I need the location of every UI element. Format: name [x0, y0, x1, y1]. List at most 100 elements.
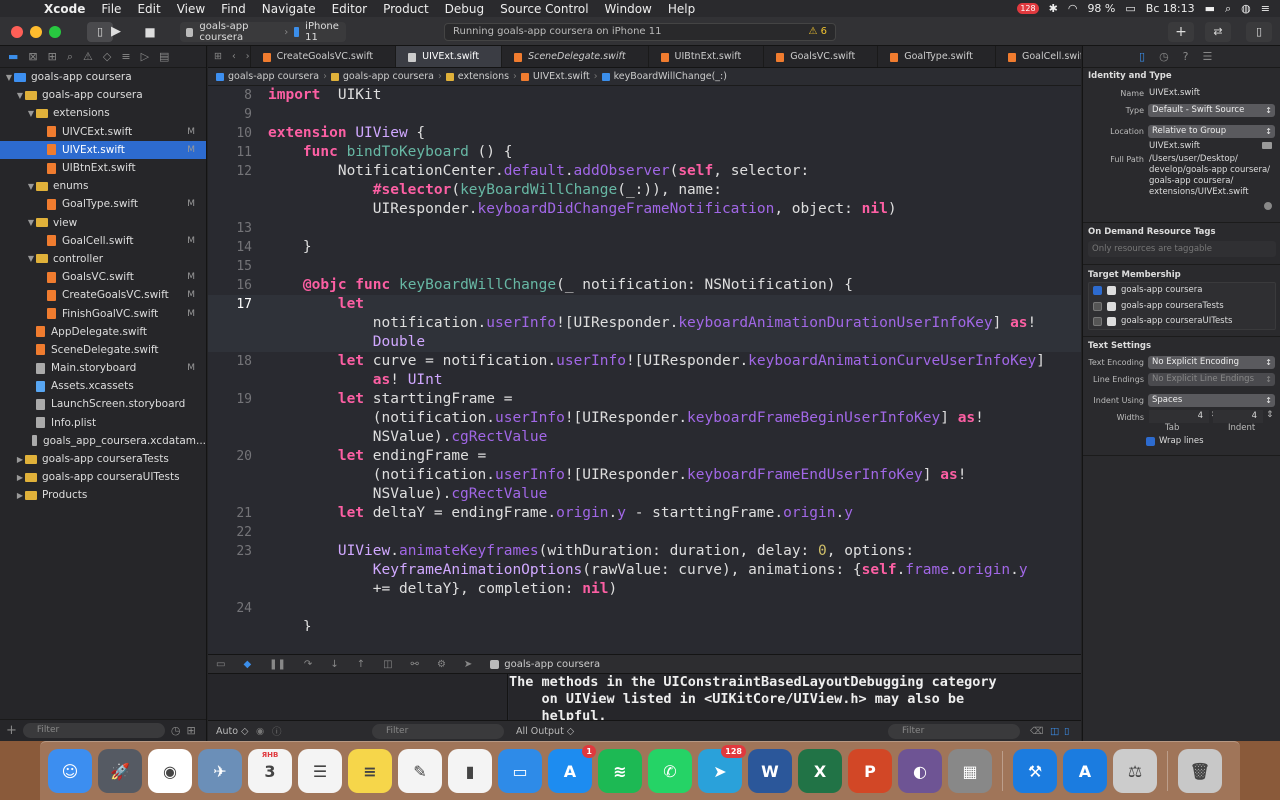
disclosure-triangle-icon[interactable]: ▼	[26, 182, 36, 191]
editor-tab[interactable]: CreateGoalsVC.swift	[249, 46, 396, 67]
tree-item[interactable]: Main.storyboard M	[0, 359, 206, 377]
instruments-icon[interactable]: ⚖	[1113, 749, 1157, 793]
help-icon[interactable]: ?	[1183, 50, 1189, 63]
menu-source-control[interactable]: Source Control	[492, 2, 596, 16]
github-icon[interactable]: ◐	[898, 749, 942, 793]
code-line[interactable]: 20 let endingFrame =	[208, 447, 1081, 466]
debug-process[interactable]: goals-app coursera	[490, 659, 600, 670]
tree-item[interactable]: UIVExt.swift M	[0, 140, 206, 159]
console-view-icon[interactable]: ▯	[1064, 726, 1069, 737]
source-control-icon[interactable]: ⊠	[28, 50, 37, 63]
pause-icon[interactable]: ❚❚	[269, 659, 286, 670]
code-line[interactable]: (notification.userInfo![UIResponder.keyb…	[208, 409, 1081, 428]
code-line[interactable]: (notification.userInfo![UIResponder.keyb…	[208, 466, 1081, 485]
jump-bar-item[interactable]: goals-app coursera	[228, 71, 319, 82]
code-line[interactable]: }	[208, 618, 1081, 631]
add-library-button[interactable]: +	[1168, 22, 1194, 42]
xcode-2-icon[interactable]: A	[1063, 749, 1107, 793]
tree-item[interactable]: ▶ goals-app courseraUITests	[0, 468, 206, 486]
jump-bar-item[interactable]: keyBoardWillChange(_:)	[614, 71, 727, 82]
line-number[interactable]: 16	[208, 276, 252, 295]
line-number[interactable]: 9	[208, 105, 252, 124]
menu-view[interactable]: View	[169, 2, 213, 16]
location-icon[interactable]: ➤	[464, 659, 472, 670]
code-line[interactable]: 17 let	[208, 295, 1081, 314]
powerpoint-icon[interactable]: P	[848, 749, 892, 793]
step-in-icon[interactable]: ↓	[330, 659, 338, 670]
test-icon[interactable]: ◇	[103, 50, 111, 63]
disclosure-triangle-icon[interactable]: ▼	[26, 254, 36, 263]
tree-item[interactable]: CreateGoalsVC.swift M	[0, 286, 206, 304]
editor-tab[interactable]: SceneDelegate.swift	[501, 46, 647, 67]
find-icon[interactable]: ⌕	[67, 50, 73, 64]
telegram-icon[interactable]: ➤ 128	[698, 745, 746, 793]
line-number[interactable]: 21	[208, 504, 252, 523]
tree-item[interactable]: ▼ view	[0, 214, 206, 232]
preview-icon[interactable]: ✈	[198, 749, 242, 793]
code-line[interactable]: KeyframeAnimationOptions(rawValue: curve…	[208, 561, 1081, 580]
step-over-icon[interactable]: ↷	[304, 659, 312, 670]
line-number[interactable]: 20	[208, 447, 252, 466]
reveal-arrow-icon[interactable]	[1264, 202, 1272, 210]
trash-icon[interactable]: ⌫	[1030, 726, 1043, 737]
view-debugger-icon[interactable]: ◫	[383, 659, 392, 670]
line-number[interactable]: 24	[208, 599, 252, 618]
menu-help[interactable]: Help	[660, 2, 703, 16]
tree-item[interactable]: GoalCell.swift M	[0, 232, 206, 250]
menu-file[interactable]: File	[93, 2, 129, 16]
line-number[interactable]: 15	[208, 257, 252, 276]
editor-tab[interactable]: UIVExt.swift	[395, 46, 502, 67]
code-line[interactable]: 10 extension UIView {	[208, 124, 1081, 143]
line-number[interactable]: 13	[208, 219, 252, 238]
disclosure-triangle-icon[interactable]: ▶	[15, 473, 25, 482]
run-button[interactable]: ▶	[103, 22, 129, 42]
symbol-icon[interactable]: ⊞	[48, 50, 57, 63]
indent-width-field[interactable]: 4	[1213, 410, 1263, 423]
console-filter-input[interactable]: Filter	[888, 723, 1020, 739]
name-field[interactable]: UIVExt.swift	[1149, 88, 1200, 98]
siri-icon[interactable]: ◍	[1241, 2, 1251, 15]
disclosure-triangle-icon[interactable]: ▼	[4, 73, 14, 82]
encoding-popup[interactable]: No Explicit Encoding	[1148, 356, 1275, 369]
finder-icon[interactable]: ☺	[48, 749, 92, 793]
code-area[interactable]: 8 import UIKit 9 10 extension UIView {11 fun…	[208, 86, 1081, 631]
code-line[interactable]: as! UInt	[208, 371, 1081, 390]
warning-indicator[interactable]: ⚠ 6	[808, 24, 827, 40]
breakpoints-toggle-icon[interactable]: ◆	[243, 659, 251, 670]
navigator-filter-input[interactable]: Filter	[22, 723, 165, 738]
line-number[interactable]: 18	[208, 352, 252, 371]
indent-using-popup[interactable]: Spaces	[1148, 394, 1275, 407]
keynote-icon[interactable]: ▭	[498, 749, 542, 793]
scheme-selector[interactable]: goals-app coursera › iPhone 11	[180, 21, 346, 43]
code-line[interactable]: 23 UIView.animateKeyframes(withDuration:…	[208, 542, 1081, 561]
line-number[interactable]: 14	[208, 238, 252, 257]
numbers-icon[interactable]: ▮	[448, 749, 492, 793]
menu-app[interactable]: Xcode	[36, 2, 93, 16]
target-checkbox[interactable]	[1093, 301, 1102, 311]
line-number[interactable]: 12	[208, 162, 252, 181]
debug-icon[interactable]: ≡	[121, 50, 130, 63]
line-number[interactable]: 10	[208, 124, 252, 143]
step-out-icon[interactable]: ↑	[357, 659, 365, 670]
jump-bar-item[interactable]: goals-app coursera	[343, 71, 434, 82]
code-line[interactable]: 18 let curve = notification.userInfo![UI…	[208, 352, 1081, 371]
variables-filter-input[interactable]: Filter	[372, 723, 504, 739]
tab-width-field[interactable]: 4	[1149, 410, 1209, 423]
menu-product[interactable]: Product	[375, 2, 437, 16]
line-number[interactable]: 11	[208, 143, 252, 162]
tree-item[interactable]: ▶ goals-app courseraTests	[0, 450, 206, 468]
pencil-icon[interactable]: ✎	[398, 749, 442, 793]
wifi-icon[interactable]: ◠	[1068, 2, 1078, 15]
recent-files-icon[interactable]: ◷	[171, 724, 181, 737]
calculator-icon[interactable]: ▦	[948, 749, 992, 793]
memory-graph-icon[interactable]: ⚯	[411, 659, 419, 670]
code-review-icon[interactable]: ⇄	[1205, 22, 1231, 42]
calendar-icon[interactable]: 3 ЯНВ	[248, 749, 292, 793]
code-line[interactable]: 16 @objc func keyBoardWillChange(_ notif…	[208, 276, 1081, 295]
excel-icon[interactable]: X	[798, 749, 842, 793]
folder-icon[interactable]	[1262, 142, 1272, 149]
code-line[interactable]: 11 func bindToKeyboard () {	[208, 143, 1081, 162]
disclosure-triangle-icon[interactable]: ▼	[15, 91, 25, 100]
notes-icon[interactable]: ≡	[348, 749, 392, 793]
code-line[interactable]: Double	[208, 333, 1081, 352]
